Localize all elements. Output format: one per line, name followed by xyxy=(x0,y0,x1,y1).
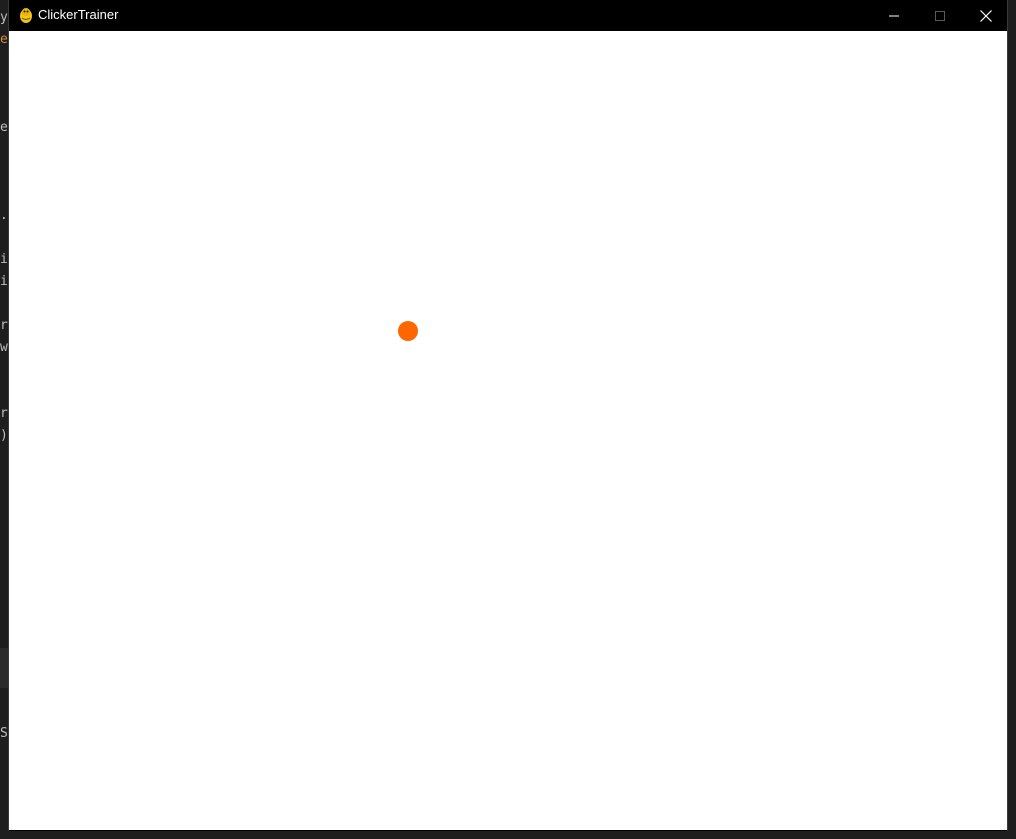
window-title: ClickerTrainer xyxy=(38,7,119,22)
maximize-button[interactable] xyxy=(917,0,963,31)
background-code-fragment: S xyxy=(0,726,8,741)
background-code-fragment: e xyxy=(0,32,8,47)
title-bar[interactable]: ClickerTrainer xyxy=(9,0,1007,31)
background-code-fragment: . xyxy=(0,208,8,223)
click-target-circle[interactable] xyxy=(398,321,418,341)
minimize-button[interactable] xyxy=(871,0,917,31)
maximize-icon xyxy=(935,10,945,21)
background-code-fragment: w xyxy=(0,340,8,355)
close-icon xyxy=(980,9,992,22)
close-button[interactable] xyxy=(963,0,1009,31)
background-code-fragment: ) xyxy=(0,428,8,443)
pygame-snake-icon xyxy=(17,6,35,24)
background-code-fragment: i xyxy=(0,252,8,267)
background-code-fragment: r xyxy=(0,406,8,421)
minimize-icon xyxy=(889,11,899,21)
background-code-fragment: i xyxy=(0,274,8,289)
background-panel xyxy=(0,648,8,688)
app-window: ClickerTrainer xyxy=(8,0,1008,831)
background-code-fragment: r xyxy=(0,318,8,333)
background-code-fragment: y xyxy=(0,10,8,25)
game-canvas[interactable] xyxy=(9,31,1007,830)
background-code-fragment: e xyxy=(0,120,8,135)
